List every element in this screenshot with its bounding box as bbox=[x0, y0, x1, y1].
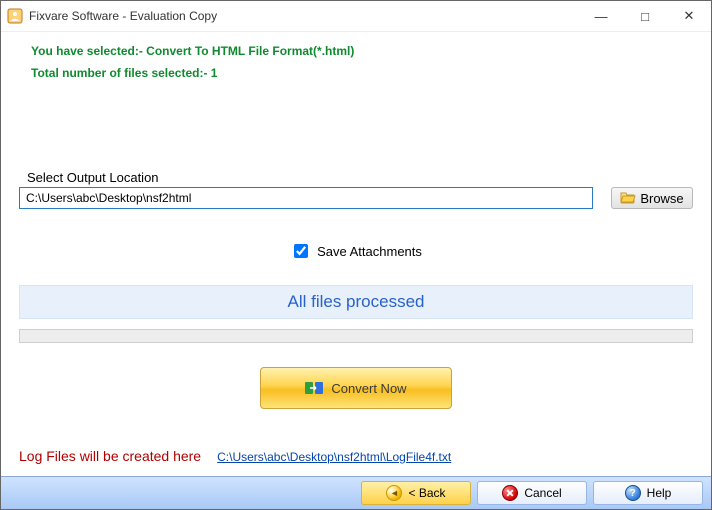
status-message: All files processed bbox=[19, 285, 693, 319]
app-icon bbox=[7, 8, 23, 24]
help-icon: ? bbox=[625, 485, 641, 501]
footer: ◄ < Back Cancel ? Help bbox=[1, 476, 711, 509]
convert-arrows-icon bbox=[305, 379, 323, 397]
minimize-button[interactable]: — bbox=[579, 1, 623, 31]
main-content: You have selected:- Convert To HTML File… bbox=[1, 32, 711, 476]
cancel-button[interactable]: Cancel bbox=[477, 481, 587, 505]
cancel-icon bbox=[502, 485, 518, 501]
log-label: Log Files will be created here bbox=[19, 448, 201, 464]
convert-row: Convert Now bbox=[19, 367, 693, 409]
help-label: Help bbox=[647, 486, 672, 500]
back-button[interactable]: ◄ < Back bbox=[361, 481, 471, 505]
output-location-label: Select Output Location bbox=[27, 170, 693, 185]
back-arrow-icon: ◄ bbox=[386, 485, 402, 501]
log-row: Log Files will be created here C:\Users\… bbox=[19, 448, 451, 464]
convert-now-button[interactable]: Convert Now bbox=[260, 367, 452, 409]
browse-button[interactable]: Browse bbox=[611, 187, 693, 209]
convert-label: Convert Now bbox=[331, 381, 406, 396]
back-label: < Back bbox=[408, 486, 445, 500]
window-title: Fixvare Software - Evaluation Copy bbox=[29, 9, 217, 23]
output-path-input[interactable] bbox=[19, 187, 593, 209]
log-file-link[interactable]: C:\Users\abc\Desktop\nsf2html\LogFile4f.… bbox=[217, 450, 451, 464]
app-window: Fixvare Software - Evaluation Copy — □ ✕… bbox=[0, 0, 712, 510]
save-attachments-checkbox[interactable] bbox=[294, 244, 308, 258]
cancel-label: Cancel bbox=[524, 486, 561, 500]
help-button[interactable]: ? Help bbox=[593, 481, 703, 505]
folder-open-icon bbox=[620, 190, 636, 207]
save-attachments-label: Save Attachments bbox=[317, 244, 422, 259]
titlebar: Fixvare Software - Evaluation Copy — □ ✕ bbox=[1, 1, 711, 32]
maximize-button[interactable]: □ bbox=[623, 1, 667, 31]
output-row: Browse bbox=[19, 187, 693, 209]
close-button[interactable]: ✕ bbox=[667, 1, 711, 31]
progress-bar bbox=[19, 329, 693, 343]
browse-label: Browse bbox=[640, 191, 683, 206]
file-count-info: Total number of files selected:- 1 bbox=[31, 66, 693, 80]
save-attachments-row: Save Attachments bbox=[19, 241, 693, 261]
selection-info: You have selected:- Convert To HTML File… bbox=[31, 44, 693, 58]
